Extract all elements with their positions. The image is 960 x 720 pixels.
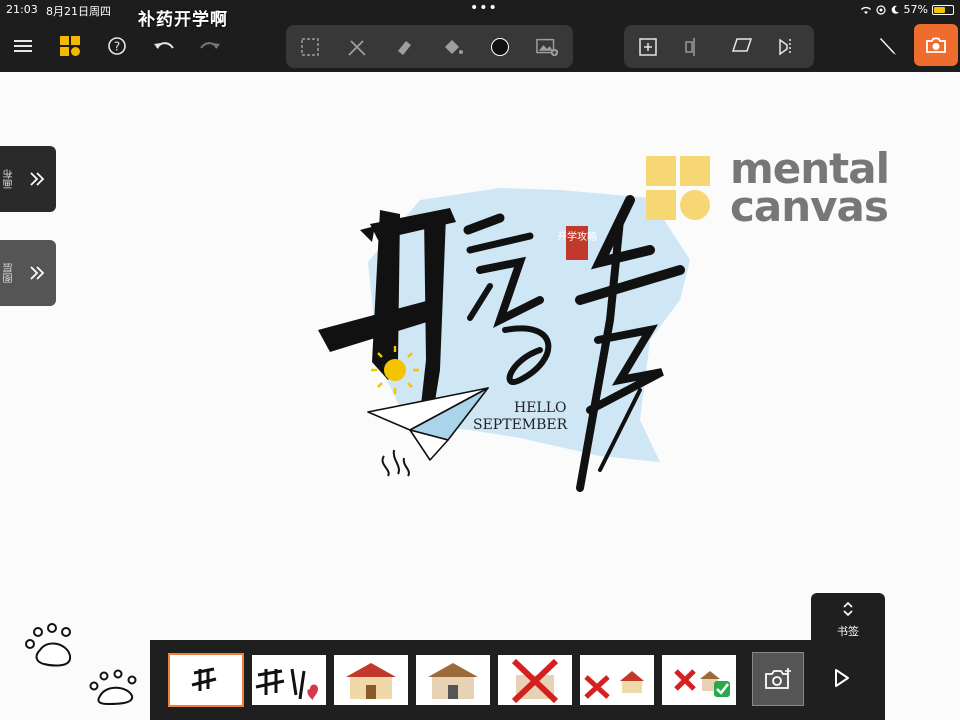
brand-wordmark: mental canvas (730, 148, 890, 231)
filmstrip-frame-3[interactable] (334, 655, 408, 705)
play-button[interactable] (834, 668, 850, 692)
fill-bucket-icon[interactable] (441, 35, 465, 59)
video-caption: 补药开学啊 (138, 10, 228, 30)
help-icon[interactable]: ? (105, 34, 129, 58)
pen-icon[interactable] (876, 34, 900, 58)
paw-print-icon (89, 669, 137, 706)
redo-icon[interactable] (198, 34, 222, 58)
filmstrip-frame-1[interactable] (168, 653, 244, 707)
select-icon[interactable] (298, 35, 322, 59)
status-time: 21:03 (6, 3, 38, 16)
mirror-icon[interactable] (776, 35, 800, 59)
camera-icon (926, 37, 946, 53)
chevron-up-down-icon (843, 601, 853, 617)
capture-frame-button[interactable] (752, 652, 804, 706)
september-text: SEPTEMBER (473, 417, 568, 433)
svg-text:?: ? (114, 40, 120, 54)
camera-button[interactable] (914, 24, 958, 66)
plane-icon[interactable] (730, 35, 754, 59)
filmstrip-frame-5[interactable] (498, 655, 572, 705)
add-frame-icon[interactable] (636, 35, 660, 59)
hello-text: HELLO (514, 400, 567, 416)
palette-icon[interactable] (58, 34, 82, 58)
filmstrip (150, 640, 885, 720)
wind-swirls (381, 449, 410, 477)
brand-logo: mental canvas (646, 148, 896, 228)
battery-percent: 57% (903, 3, 928, 16)
paw-print-icon (25, 623, 72, 667)
canvas-tools-group (624, 25, 814, 68)
status-right: 57% (860, 3, 954, 16)
split-icon[interactable] (682, 35, 706, 59)
drawing-tools-group (286, 25, 573, 68)
play-icon (835, 669, 849, 687)
bookmark-label: 书签 (837, 625, 859, 638)
eraser-icon[interactable] (392, 35, 416, 59)
status-date: 8月21日周四 (46, 5, 111, 18)
filmstrip-frame-6[interactable] (580, 655, 654, 705)
battery-icon (932, 4, 954, 15)
brush-char-kai (318, 208, 456, 420)
camera-add-icon (765, 668, 791, 689)
location-icon (875, 4, 886, 15)
image-add-icon[interactable] (536, 35, 560, 59)
drawing-canvas[interactable]: 开学攻略 HELLO SEPTEMBER mental canvas (0, 72, 960, 592)
brand-line-2: canvas (730, 182, 889, 231)
bookmark-tab[interactable]: 书签 (811, 593, 885, 641)
menu-icon[interactable] (12, 34, 36, 58)
filmstrip-frame-7[interactable] (662, 655, 736, 705)
brand-squares-icon (646, 156, 710, 220)
filmstrip-frame-4[interactable] (416, 655, 490, 705)
brush-size-icon[interactable] (488, 35, 512, 59)
seal-text-1: 开学攻略 (557, 230, 597, 243)
filmstrip-frame-2[interactable] (252, 655, 326, 705)
pen-cross-icon[interactable] (345, 35, 369, 59)
multitask-dots[interactable]: ••• (470, 0, 498, 16)
undo-icon[interactable] (152, 34, 176, 58)
moon-icon (891, 5, 899, 14)
wifi-icon (860, 6, 871, 14)
